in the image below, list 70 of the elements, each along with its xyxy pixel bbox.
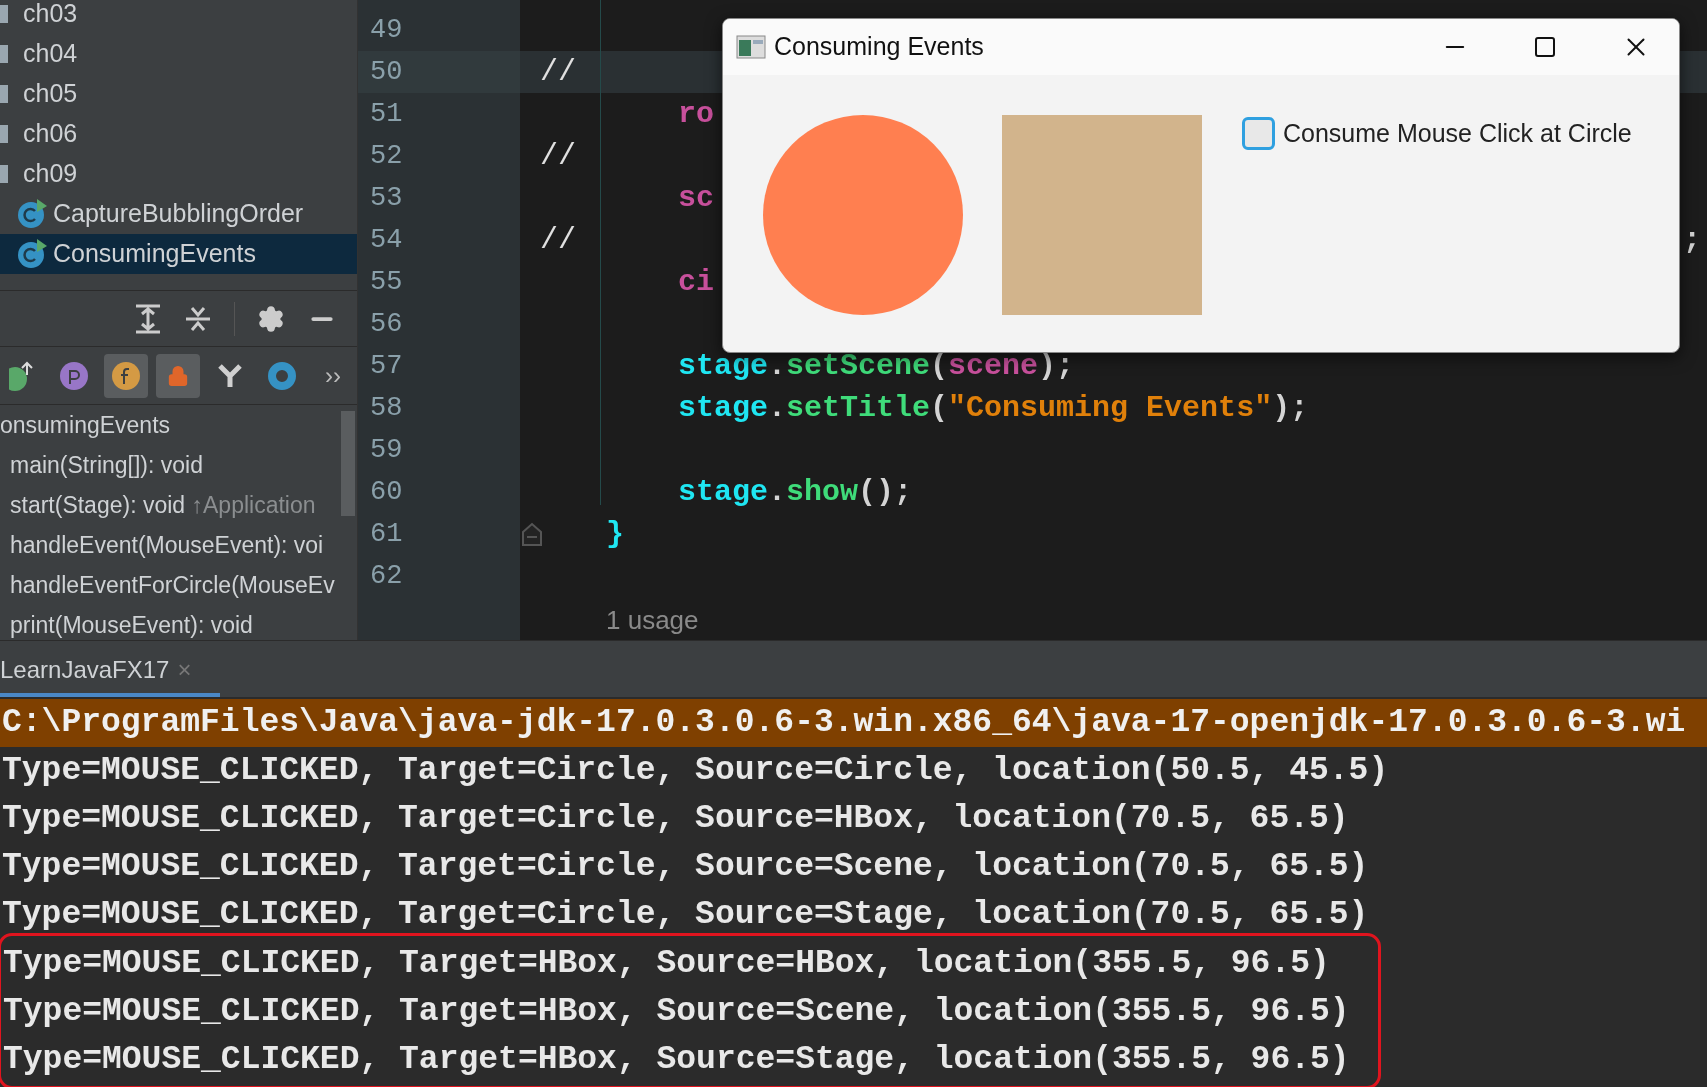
folder-icon <box>0 45 8 63</box>
folder-icon <box>0 85 8 103</box>
tree-item[interactable]: ch03 <box>0 0 357 34</box>
console-line: Type=MOUSE_CLICKED, Target=HBox, Source=Scene, location(355.5, 96.5) <box>2 992 1351 1032</box>
line-number: 52 <box>369 140 404 173</box>
comment-mark: // <box>540 54 576 91</box>
lock-icon <box>167 364 189 387</box>
structure-item[interactable]: handleEventForCircle(MouseEv <box>0 565 357 605</box>
tree-item[interactable]: ConsumingEvents <box>0 234 357 274</box>
code-line: ro <box>677 96 714 133</box>
comment-mark: // <box>540 222 576 259</box>
window-title: Consuming Events <box>774 31 984 63</box>
structure-item[interactable]: print(MouseEvent): void <box>0 605 357 640</box>
code-line: stage.setScene(scene); <box>677 348 1075 385</box>
console-line: Type=MOUSE_CLICKED, Target=HBox, Source=Stage, location(355.5, 96.5) <box>2 1040 1351 1080</box>
console-line: Type=MOUSE_CLICKED, Target=Circle, Source=Circle, location(50.5, 45.5) <box>1 751 1390 791</box>
checkbox[interactable] <box>1242 117 1275 151</box>
folder-icon <box>0 125 8 143</box>
line-number: 60 <box>369 476 404 509</box>
usage-hint[interactable]: 1 usage <box>606 601 699 640</box>
console-line: Type=MOUSE_CLICKED, Target=Circle, Source=Stage, location(70.5, 65.5) <box>1 895 1370 935</box>
folder-icon <box>0 5 8 23</box>
settings-icon[interactable] <box>257 304 285 333</box>
comment-mark: // <box>540 138 576 175</box>
maximize-icon[interactable] <box>1533 35 1557 59</box>
line-number: 49 <box>369 14 404 47</box>
line-number: 62 <box>369 560 404 593</box>
line-number: 53 <box>369 182 404 215</box>
structure-item[interactable]: start(Stage): void ↑Application <box>0 485 357 525</box>
code-line: } <box>606 516 624 553</box>
console-line: Type=MOUSE_CLICKED, Target=HBox, Source=HBox, location(355.5, 96.5) <box>2 944 1331 984</box>
ring-icon <box>267 360 297 391</box>
console-line: Type=MOUSE_CLICKED, Target=Circle, Source=Scene, location(70.5, 65.5) <box>1 847 1370 887</box>
line-number: 58 <box>369 392 404 425</box>
code-line: stage.show(); <box>677 474 913 511</box>
fork-icon <box>217 362 243 389</box>
code-line: ci <box>677 264 714 301</box>
tree-item[interactable]: ch05 <box>0 74 357 114</box>
line-number: 55 <box>369 266 404 299</box>
structure-item[interactable]: onsumingEvents <box>0 405 357 445</box>
folder-icon <box>0 165 8 183</box>
console-line: Type=MOUSE_CLICKED, Target=Circle, Source=HBox, location(70.5, 65.5) <box>1 799 1350 839</box>
expand-all-icon[interactable] <box>134 303 162 334</box>
structure-filter-button[interactable] <box>104 353 148 398</box>
scrollbar[interactable] <box>341 411 355 516</box>
tree-item[interactable]: CaptureBubblingOrder <box>0 194 357 234</box>
line-number: 61 <box>369 518 404 551</box>
more-button[interactable]: ›› <box>325 357 341 394</box>
checkbox-label: Consume Mouse Click at Circle <box>1283 118 1632 149</box>
tree-item[interactable]: ch04 <box>0 34 357 74</box>
code-line: ; <box>1683 222 1701 259</box>
line-number: 54 <box>369 224 404 257</box>
app-icon <box>736 35 766 59</box>
line-number: 50 <box>358 51 520 93</box>
structure-item[interactable]: main(String[]): void <box>0 445 357 485</box>
tree-item[interactable]: ch09 <box>0 154 357 194</box>
line-number: 59 <box>369 434 404 467</box>
class-icon <box>17 239 47 269</box>
tree-item[interactable]: ch06 <box>0 114 357 154</box>
structure-filter-button[interactable] <box>156 353 200 398</box>
line-number: 56 <box>369 308 404 341</box>
field-icon <box>111 360 141 391</box>
structure-item[interactable]: handleEvent(MouseEvent): voi <box>0 525 357 565</box>
code-line: sc <box>677 180 714 217</box>
property-icon <box>59 360 89 391</box>
code-line: stage.setTitle("Consuming Events"); <box>677 390 1309 427</box>
line-number: 51 <box>369 98 404 131</box>
inherited-icon <box>9 360 35 391</box>
line-number: 57 <box>369 350 404 383</box>
class-icon <box>17 199 47 229</box>
